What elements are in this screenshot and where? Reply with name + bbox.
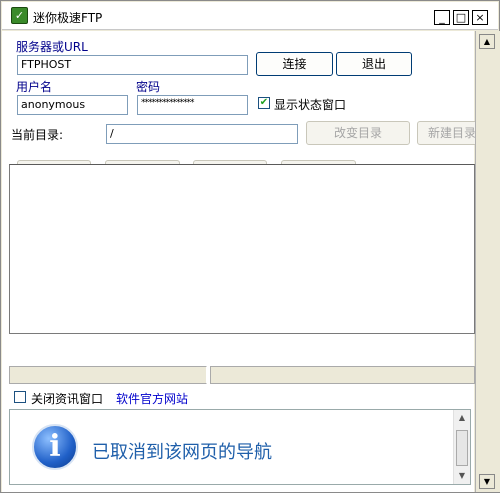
official-site-link[interactable]: 软件官方网站	[116, 390, 188, 407]
scroll-down-icon[interactable]: ▼	[456, 470, 468, 482]
server-input[interactable]: FTPHOST	[17, 55, 248, 75]
connect-button[interactable]: 连接	[256, 52, 333, 76]
current-dir-input[interactable]: /	[106, 124, 298, 144]
status-pane-left	[9, 366, 207, 384]
file-list[interactable]	[9, 164, 475, 334]
maximize-button[interactable]: □	[453, 10, 469, 25]
username-label: 用户名	[16, 80, 53, 94]
divider-top	[8, 117, 474, 118]
info-panel: i 已取消到该网页的导航 ▲ ▼	[9, 409, 471, 485]
close-button[interactable]: ×	[472, 10, 488, 25]
show-status-checkbox[interactable]: ✔	[258, 97, 270, 109]
minimize-button[interactable]: _	[434, 10, 450, 25]
show-status-label: 显示状态窗口	[274, 98, 347, 112]
window-scrollbar[interactable]: ▲ ▼	[475, 31, 500, 492]
close-info-checkbox[interactable]	[14, 391, 26, 403]
scroll-up-icon[interactable]: ▲	[456, 412, 468, 424]
status-pane-right	[210, 366, 475, 384]
server-label: 服务器或URL	[16, 40, 88, 54]
info-scrollbar[interactable]: ▲ ▼	[453, 410, 470, 484]
app-window: ✓ 迷你极速FTP _ □ × 服务器或URL FTPHOST 连接 退出 用户…	[0, 0, 500, 493]
current-dir-label: 当前目录:	[11, 128, 64, 142]
password-label: 密码	[136, 80, 161, 94]
exit-button[interactable]: 退出	[336, 52, 412, 76]
status-bar	[9, 366, 475, 384]
username-input[interactable]: anonymous	[17, 95, 128, 115]
window-title: 迷你极速FTP	[33, 11, 103, 25]
scroll-thumb[interactable]	[456, 430, 468, 466]
title-bar: ✓ 迷你极速FTP _ □ ×	[2, 2, 498, 30]
divider-middle	[8, 149, 474, 150]
window-scroll-down-icon[interactable]: ▼	[479, 474, 495, 489]
app-icon: ✓	[11, 7, 28, 24]
change-dir-button[interactable]: 改变目录	[306, 121, 410, 145]
window-scroll-up-icon[interactable]: ▲	[479, 34, 495, 49]
close-info-label: 关闭资讯窗口	[31, 392, 104, 406]
info-icon: i	[32, 424, 78, 470]
password-input[interactable]: ***************	[137, 95, 248, 115]
info-message: 已取消到该网页的导航	[92, 442, 272, 463]
